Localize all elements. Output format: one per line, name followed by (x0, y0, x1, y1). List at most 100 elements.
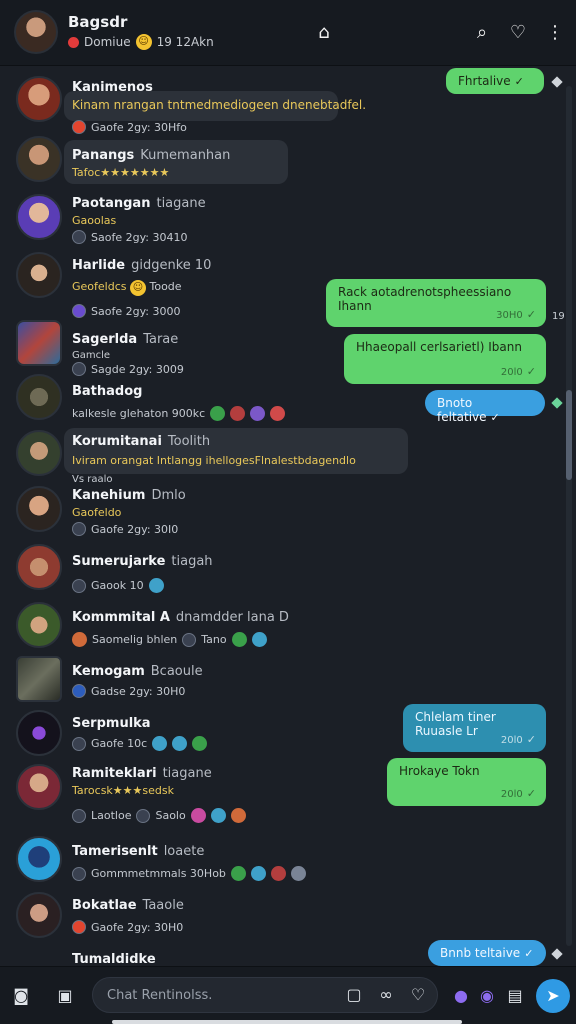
clock-icon (72, 578, 86, 593)
message-preview: Geofeldcs ☺ Toode (72, 280, 182, 296)
reaction-icon (230, 866, 246, 881)
avatar (16, 252, 62, 298)
reaction-icon (190, 808, 206, 823)
outgoing-bubble[interactable]: Chlelam tiner Ruuasle Lr 20l0 ✓ (403, 704, 546, 752)
message-meta: Gaofe 2gy: 30I0 (72, 522, 178, 536)
chat-row[interactable]: Paotangan tiagane Gaoolas Saofe 2gy: 3041… (0, 192, 560, 248)
clock-icon (72, 736, 86, 751)
home-icon[interactable]: ⌂ (313, 22, 335, 44)
chat-row[interactable]: Kanimenos Kinam nrangan tntmedmediogeen … (0, 74, 560, 134)
meta-text: Saofe 2gy: 30410 (91, 230, 188, 244)
avatar (16, 374, 62, 420)
scrollbar-track[interactable] (566, 86, 572, 946)
badge-icon (72, 684, 86, 698)
contact-name-extra: loaete (163, 844, 205, 859)
contact-name-extra: tiagane (162, 766, 212, 781)
sticker-icon[interactable]: ▢ (343, 984, 365, 1006)
bubble-time: 20l0 ✓ (501, 787, 536, 800)
clock-icon (72, 522, 86, 536)
channel-subtitle-extra: 19 12Akn (156, 35, 214, 49)
clock-icon (72, 230, 86, 244)
meta-text: Gaofe 10c (91, 737, 148, 750)
message-meta: Gaofe 10c (72, 736, 208, 751)
heart-icon[interactable]: ♡ (507, 22, 529, 44)
scrollbar-thumb[interactable] (566, 390, 572, 480)
bubble-text: Bnoto feltative (437, 396, 487, 424)
reaction-icon (192, 736, 208, 751)
camera-icon[interactable]: ◙ (10, 985, 32, 1007)
reaction-icon (270, 866, 286, 881)
meta-extra: Tano (201, 633, 227, 646)
reaction-icon (270, 406, 286, 421)
link-icon[interactable]: ∞ (375, 984, 397, 1006)
reaction-icon (148, 578, 164, 593)
message-preview: Tarocsk★★★sedsk (72, 784, 174, 797)
contact-name: Kanehium Dmlo (72, 488, 186, 503)
emoji-icon: ☺ (129, 280, 146, 296)
meta-text: Gaook 10 (91, 579, 144, 592)
outgoing-bubble[interactable]: Hrokaye Tokn 20l0 ✓ (387, 758, 546, 806)
chat-row[interactable]: Bokatlae Taaole Gaofe 2gy: 30H0 (0, 892, 560, 942)
avatar (16, 764, 62, 810)
outgoing-bubble[interactable]: Bnoto feltative ✓ (425, 390, 545, 424)
message-input[interactable] (107, 978, 337, 1012)
avatar (16, 486, 62, 532)
heart-icon[interactable]: ♡ (407, 984, 429, 1006)
contact-name-text: Kemogam (72, 664, 145, 679)
contact-name: Panangs Kumemanhan (72, 148, 230, 163)
reaction-icon (172, 736, 188, 751)
chat-list[interactable]: Fhrtalive ✓ Kanimenos Kinam nrangan tntme… (0, 66, 576, 966)
attach-icon[interactable]: ▤ (504, 985, 526, 1007)
clock-icon (72, 808, 86, 823)
send-button[interactable]: ➤ (536, 979, 570, 1013)
avatar (16, 430, 62, 476)
message-meta: Saofe 2gy: 3000 (72, 304, 180, 318)
contact-name-text: Kanehium (72, 488, 146, 503)
avatar (16, 76, 62, 122)
contact-name-extra: tiagane (156, 196, 206, 211)
reaction-icon (231, 632, 247, 647)
contact-name-text: Kommmital A (72, 610, 170, 625)
badge-icon (72, 304, 86, 318)
avatar (16, 710, 62, 756)
chat-row[interactable]: Kemogam Bcaoule Gadse 2gy: 30H0 (0, 654, 560, 710)
preview-text: Geofeldcs (72, 280, 127, 293)
contact-name: Bathadog (72, 384, 143, 399)
bubble-text: Rack aotadrenotspheessiano Ihann (338, 285, 512, 313)
contact-name-text: Ramiteklari (72, 766, 157, 781)
mic-icon[interactable]: ◉ (476, 985, 498, 1007)
meta-extra: Saolo (155, 809, 186, 822)
contact-name: Paotangan tiagane (72, 196, 206, 211)
meta-text: Saomelig bhlen (92, 633, 178, 646)
message-input-container[interactable]: ▢ ∞ ♡ (92, 977, 438, 1013)
chat-row[interactable]: Tumaldidke (0, 948, 560, 966)
channel-avatar[interactable] (14, 10, 58, 54)
avatar (16, 892, 62, 938)
message-meta: Saofe 2gy: 30410 (72, 230, 187, 244)
contact-name: Ramiteklari tiagane (72, 766, 212, 781)
avatar (16, 320, 62, 366)
reaction-icon (251, 632, 267, 647)
chat-row[interactable]: Sumerujarke tiagah Gaook 10 (0, 542, 560, 598)
message-preview: Gamcle (72, 350, 111, 361)
search-icon[interactable]: ⌕ (471, 22, 493, 44)
message-meta: kalkesle glehaton 900kc (72, 406, 286, 421)
chat-row[interactable]: Panangs Kumemanhan Tafoc★★★★★★★ (0, 134, 560, 190)
more-vertical-icon[interactable]: ⋮ (544, 22, 566, 44)
chat-row[interactable]: Vs raalo Kanehium Dmlo Gaofeldo Gaofe 2gy… (0, 474, 560, 544)
reaction-icon (152, 736, 168, 751)
contact-name-extra: Bcaoule (150, 664, 203, 679)
reaction-icon (72, 920, 86, 934)
chat-row[interactable]: Tamerisenlt loaete Gommmetmmals 30Hob (0, 836, 560, 892)
contact-name-text: Tamerisenlt (72, 844, 158, 859)
avatar (16, 836, 62, 882)
top-app-bar: Bagsdr Domiue ☺ 19 12Akn ⌂ ⌕ ♡ ⋮ (0, 0, 576, 66)
contact-name-text: Panangs (72, 148, 135, 163)
effects-icon[interactable]: ● (450, 985, 472, 1007)
chat-row[interactable]: Kommmital A dnamdder lana D Saomelig bhle… (0, 600, 560, 656)
gallery-icon[interactable]: ▣ (54, 985, 76, 1007)
contact-name: Harlide gidgenke 10 (72, 258, 211, 273)
reaction-icon (72, 632, 87, 647)
message-preview: Tafoc★★★★★★★ (72, 166, 170, 179)
contact-name-extra: Taaole (142, 898, 184, 913)
